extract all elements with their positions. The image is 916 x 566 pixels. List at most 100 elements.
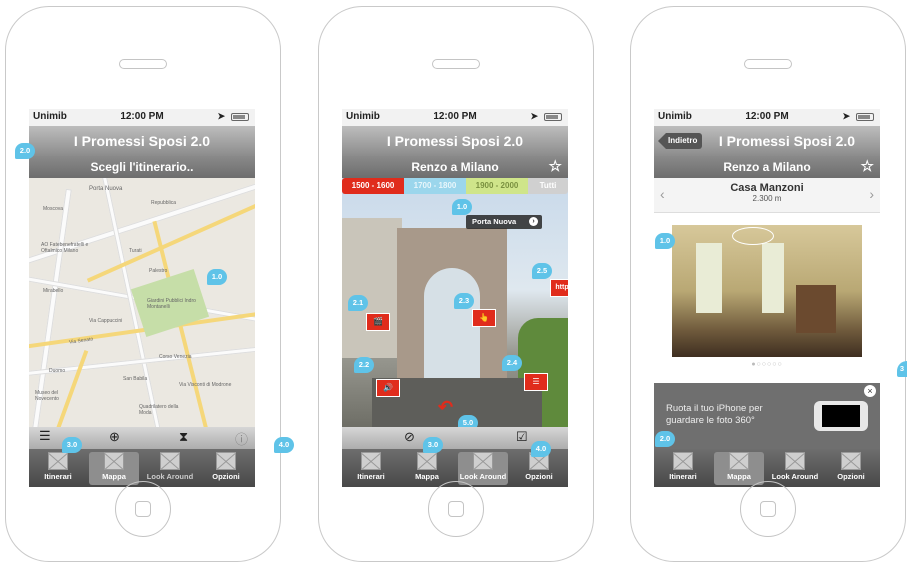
- period-selector: 1500 - 1600 1700 - 1800 1900 - 2000 Tutt…: [342, 178, 568, 194]
- map-label: Turati: [129, 248, 142, 254]
- annotation-badge: 1.0: [207, 269, 227, 285]
- map-label: San Babila: [123, 376, 148, 382]
- star-icon[interactable]: ☆: [861, 156, 874, 178]
- annotation-badge: 2.0: [655, 431, 675, 447]
- hand-icon[interactable]: 👆: [472, 309, 496, 327]
- period-1900-2000[interactable]: 1900 - 2000: [466, 178, 528, 194]
- period-1700-1800[interactable]: 1700 - 1800: [404, 178, 466, 194]
- star-icon[interactable]: ☆: [549, 156, 562, 178]
- app-title: I Promessi Sposi 2.0: [718, 133, 856, 149]
- map-label: Repubblica: [151, 200, 177, 206]
- place-title: Casa Manzoni: [730, 182, 804, 194]
- app-title: I Promessi Sposi 2.0: [29, 126, 255, 156]
- poi-callout[interactable]: Porta Nuova ›: [466, 215, 542, 229]
- annotation-badge: 3.0: [423, 437, 443, 453]
- tab-mappa[interactable]: Mappa: [89, 452, 139, 485]
- map-screen: Porta Nuova Repubblica Moscova AO Fatebe…: [29, 109, 255, 487]
- period-all[interactable]: Tutti: [528, 178, 568, 194]
- rotate-hint-text: Ruota il tuo iPhone per guardare le foto…: [666, 403, 763, 426]
- placeholder-icon: [160, 452, 180, 470]
- tab-opzioni[interactable]: Opzioni: [201, 452, 251, 485]
- placeholder-icon: [473, 452, 493, 470]
- home-button: [115, 481, 171, 537]
- placeholder-icon: [841, 452, 861, 470]
- annotation-badge: 2.3: [454, 293, 474, 309]
- tab-mappa[interactable]: Mappa: [714, 452, 764, 485]
- speaker-grille: [432, 59, 480, 69]
- chevron-right-icon[interactable]: ›: [869, 186, 874, 202]
- location-arrow-icon: ➤: [842, 111, 850, 121]
- speaker-grille: [744, 59, 792, 69]
- link-icon[interactable]: http: [550, 279, 568, 297]
- itinerary-title: Renzo a Milano ☆: [654, 156, 880, 178]
- placeholder-icon: [104, 452, 124, 470]
- annotation-badge: 1.0: [655, 233, 675, 249]
- hourglass-icon[interactable]: ⧗: [179, 429, 188, 445]
- tab-mappa[interactable]: Mappa: [402, 452, 452, 485]
- annotation-badge: 4.0: [531, 441, 551, 457]
- annotation-badge: 2.1: [348, 295, 368, 311]
- phone-frame-map: Porta Nuova Repubblica Moscova AO Fatebe…: [5, 6, 294, 562]
- map-label: Museo del Novecento: [35, 390, 59, 402]
- city-map[interactable]: Porta Nuova Repubblica Moscova AO Fatebe…: [29, 178, 255, 427]
- placeholder-icon: [417, 452, 437, 470]
- placeholder-icon: [729, 452, 749, 470]
- look-around-screen: Unimib 12:00 PM ➤ I Promessi Sposi 2.0 R…: [342, 109, 568, 487]
- map-label: Corso Venezia: [159, 354, 192, 360]
- page-indicator[interactable]: ●○○○○○: [654, 361, 880, 368]
- annotation-badge: 3: [897, 361, 907, 377]
- tab-itinerari[interactable]: Itinerari: [33, 452, 83, 485]
- building-left: [342, 218, 402, 358]
- itinerary-title: Renzo a Milano ☆: [342, 156, 568, 178]
- annotation-badge: 2.4: [502, 355, 522, 371]
- status-bar: Unimib 12:00 PM ➤: [342, 109, 568, 126]
- title-bar: Indietro I Promessi Sposi 2.0: [654, 126, 880, 156]
- tab-itinerari[interactable]: Itinerari: [346, 452, 396, 485]
- tab-itinerari[interactable]: Itinerari: [658, 452, 708, 485]
- annotation-badge: 2.5: [532, 263, 552, 279]
- back-button[interactable]: Indietro: [658, 133, 703, 149]
- info-icon[interactable]: ⓘ: [235, 429, 248, 448]
- map-label: Via Visconti di Modrone: [179, 382, 232, 388]
- chevron-right-icon: ›: [529, 217, 538, 226]
- film-icon[interactable]: 🎬: [366, 313, 390, 331]
- back-arrow-icon[interactable]: ↶: [438, 397, 453, 418]
- checkbox-icon[interactable]: ☑: [516, 429, 528, 445]
- document-icon[interactable]: ☰: [524, 373, 548, 391]
- list-icon[interactable]: ☰: [39, 428, 51, 444]
- tab-look-around[interactable]: Look Around: [145, 452, 195, 485]
- location-arrow-icon: ➤: [217, 111, 225, 121]
- close-icon[interactable]: ×: [864, 385, 876, 397]
- placeholder-icon: [361, 452, 381, 470]
- placeholder-icon: [673, 452, 693, 470]
- map-label: AO Fatebenefratelli e Oftalmico Milano: [41, 242, 89, 254]
- speaker-icon[interactable]: 🔊: [376, 379, 400, 397]
- rotate-hint-panel: Ruota il tuo iPhone per guardare le foto…: [654, 383, 880, 449]
- map-label: Mirabello: [43, 288, 64, 294]
- compass-icon[interactable]: ⊘: [404, 429, 415, 445]
- app-title: I Promessi Sposi 2.0: [342, 126, 568, 156]
- tab-opzioni[interactable]: Opzioni: [826, 452, 876, 485]
- map-label: Giardini Pubblici Indro Montanelli: [147, 298, 196, 310]
- battery-icon: [856, 113, 874, 121]
- map-label: Quadrilatero della Moda: [139, 404, 179, 416]
- battery-icon: [544, 113, 562, 121]
- battery-icon: [231, 113, 249, 121]
- locate-icon[interactable]: ⊕: [109, 429, 120, 445]
- map-label: Moscova: [43, 206, 64, 212]
- tab-look-around[interactable]: Look Around: [770, 452, 820, 485]
- location-arrow-icon: ➤: [530, 111, 538, 121]
- home-button: [740, 481, 796, 537]
- tab-look-around[interactable]: Look Around: [458, 452, 508, 485]
- period-1500-1600[interactable]: 1500 - 1600: [342, 178, 404, 194]
- speaker-grille: [119, 59, 167, 69]
- placeholder-icon: [216, 452, 236, 470]
- annotation-badge: 2.2: [354, 357, 374, 373]
- annotation-badge: 4.0: [274, 437, 294, 453]
- room-photo[interactable]: [672, 225, 862, 357]
- home-button: [428, 481, 484, 537]
- phone-frame-place-detail: Unimib 12:00 PM ➤ Indietro I Promessi Sp…: [630, 6, 907, 562]
- chevron-left-icon[interactable]: ‹: [660, 186, 665, 202]
- iphone-landscape-icon: [814, 401, 868, 431]
- place-distance: 2.300 m: [752, 194, 782, 203]
